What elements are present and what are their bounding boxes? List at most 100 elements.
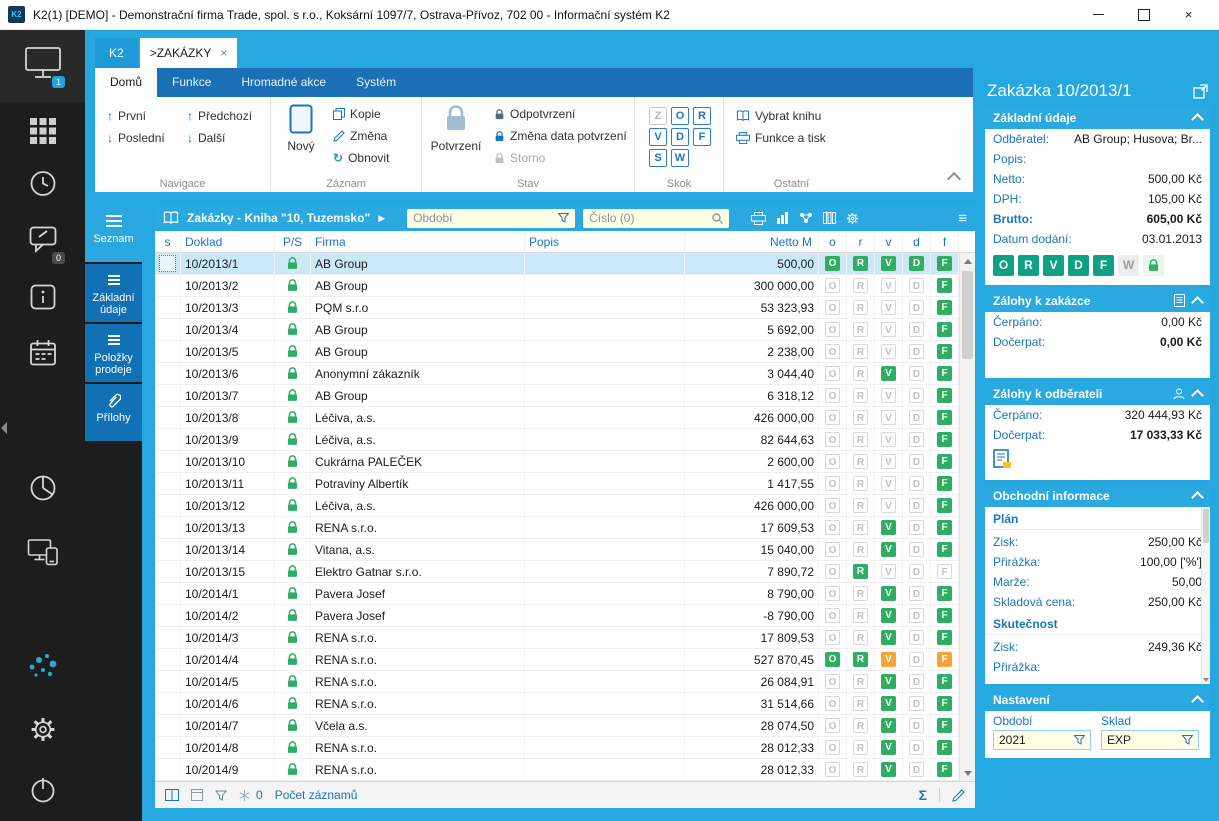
skok-s[interactable]: S — [649, 149, 667, 167]
row-flag-d[interactable]: D — [903, 693, 931, 714]
row-firma[interactable]: RENA s.r.o. — [311, 671, 525, 692]
col-netto[interactable]: Netto M — [685, 231, 819, 252]
row-flag-v[interactable]: V — [875, 539, 903, 560]
row-flag-r[interactable]: R — [847, 737, 875, 758]
row-popis[interactable] — [525, 759, 685, 780]
row-flag-d[interactable]: D — [903, 671, 931, 692]
row-flag-d[interactable]: D — [903, 627, 931, 648]
filter-dropdown-icon[interactable] — [1074, 735, 1085, 745]
row-popis[interactable] — [525, 495, 685, 516]
row-doklad[interactable]: 10/2013/1 — [181, 253, 275, 274]
row-flag-v[interactable]: V — [875, 693, 903, 714]
row-flag-r[interactable]: R — [847, 693, 875, 714]
row-flag-o[interactable]: O — [819, 693, 847, 714]
row-doklad[interactable]: 10/2013/8 — [181, 407, 275, 428]
row-flag-v[interactable]: V — [875, 275, 903, 296]
row-flag-o[interactable]: O — [819, 451, 847, 472]
row-flag-o[interactable]: O — [819, 363, 847, 384]
row-flag-v[interactable]: V — [875, 583, 903, 604]
row-cursor-cell[interactable] — [155, 253, 181, 274]
row-netto[interactable]: 1 417,55 — [685, 473, 819, 494]
row-flag-r[interactable]: R — [847, 671, 875, 692]
search-icon[interactable] — [712, 213, 723, 224]
row-popis[interactable] — [525, 583, 685, 604]
row-flag-o[interactable]: O — [819, 341, 847, 362]
copy-button[interactable]: Kopie — [333, 107, 381, 121]
skok-r[interactable]: R — [693, 107, 711, 125]
panel-scroll-down-icon[interactable] — [1203, 678, 1209, 682]
table-row[interactable]: 10/2013/11 Potraviny Albertík 1 417,55 O… — [155, 473, 959, 495]
table-row[interactable]: 10/2014/8 RENA s.r.o. 28 012,33 O R V D … — [155, 737, 959, 759]
row-doklad[interactable]: 10/2014/5 — [181, 671, 275, 692]
nav-zakladni-udaje[interactable]: Základní údaje — [85, 264, 142, 322]
row-netto[interactable]: 31 514,66 — [685, 693, 819, 714]
row-flag-d[interactable]: D — [903, 363, 931, 384]
select-book-button[interactable]: Vybrat knihu — [736, 109, 821, 123]
row-firma[interactable]: Elektro Gatnar s.r.o. — [311, 561, 525, 582]
row-doklad[interactable]: 10/2013/14 — [181, 539, 275, 560]
row-flag-d[interactable]: D — [903, 275, 931, 296]
row-netto[interactable]: 527 870,45 — [685, 649, 819, 670]
row-cursor-cell[interactable] — [155, 297, 181, 318]
row-doklad[interactable]: 10/2014/6 — [181, 693, 275, 714]
new-record-button[interactable]: Nový — [275, 104, 327, 153]
row-flag-r[interactable]: R — [847, 319, 875, 340]
tab-k2[interactable]: K2 — [95, 38, 138, 68]
open-detail-icon[interactable] — [1193, 84, 1208, 99]
row-popis[interactable] — [525, 341, 685, 362]
col-firma[interactable]: Firma — [311, 231, 525, 252]
collapse-icon[interactable] — [1191, 113, 1204, 126]
row-popis[interactable] — [525, 385, 685, 406]
row-flag-o[interactable]: O — [819, 759, 847, 780]
row-netto[interactable]: 26 084,91 — [685, 671, 819, 692]
row-cursor-cell[interactable] — [155, 693, 181, 714]
row-flag-f[interactable]: F — [931, 759, 959, 780]
row-netto[interactable]: 8 790,00 — [685, 583, 819, 604]
row-flag-d[interactable]: D — [903, 297, 931, 318]
row-cursor-cell[interactable] — [155, 407, 181, 428]
row-popis[interactable] — [525, 517, 685, 538]
row-flag-o[interactable]: O — [819, 473, 847, 494]
row-cursor-cell[interactable] — [155, 561, 181, 582]
scroll-down-icon[interactable] — [960, 765, 976, 781]
row-flag-r[interactable]: R — [847, 363, 875, 384]
row-firma[interactable]: AB Group — [311, 341, 525, 362]
table-row[interactable]: 10/2014/4 RENA s.r.o. 527 870,45 O R V D… — [155, 649, 959, 671]
row-popis[interactable] — [525, 737, 685, 758]
table-row[interactable]: 10/2013/3 PQM s.r.o 53 323,93 O R V D F — [155, 297, 959, 319]
row-flag-f[interactable]: F — [931, 583, 959, 604]
col-f[interactable]: f — [931, 231, 959, 252]
row-firma[interactable]: RENA s.r.o. — [311, 627, 525, 648]
row-popis[interactable] — [525, 363, 685, 384]
row-flag-v[interactable]: V — [875, 561, 903, 582]
section-header[interactable]: Základní údaje — [985, 106, 1210, 129]
row-popis[interactable] — [525, 429, 685, 450]
filter-icon[interactable] — [215, 790, 227, 801]
row-firma[interactable]: PQM s.r.o — [311, 297, 525, 318]
row-popis[interactable] — [525, 649, 685, 670]
row-firma[interactable]: Pavera Josef — [311, 583, 525, 604]
row-flag-o[interactable]: O — [819, 627, 847, 648]
previous-button[interactable]: ↑ Předchozí — [187, 109, 252, 123]
row-flag-d[interactable]: D — [903, 341, 931, 362]
ribbon-collapse-icon[interactable] — [947, 172, 961, 186]
panel-flag-r[interactable]: R — [1018, 255, 1039, 276]
row-flag-o[interactable]: O — [819, 297, 847, 318]
row-netto[interactable]: 426 000,00 — [685, 407, 819, 428]
row-cursor-cell[interactable] — [155, 583, 181, 604]
row-doklad[interactable]: 10/2013/11 — [181, 473, 275, 494]
row-firma[interactable]: AB Group — [311, 253, 525, 274]
row-doklad[interactable]: 10/2014/7 — [181, 715, 275, 736]
section-header[interactable]: Nastavení — [985, 688, 1210, 711]
row-popis[interactable] — [525, 539, 685, 560]
row-netto[interactable]: 17 609,53 — [685, 517, 819, 538]
panel-flag-f[interactable]: F — [1093, 255, 1114, 276]
row-firma[interactable]: RENA s.r.o. — [311, 693, 525, 714]
row-firma[interactable]: RENA s.r.o. — [311, 649, 525, 670]
row-flag-d[interactable]: D — [903, 649, 931, 670]
row-flag-r[interactable]: R — [847, 495, 875, 516]
row-flag-o[interactable]: O — [819, 605, 847, 626]
row-cursor-cell[interactable] — [155, 715, 181, 736]
row-popis[interactable] — [525, 451, 685, 472]
row-flag-o[interactable]: O — [819, 429, 847, 450]
